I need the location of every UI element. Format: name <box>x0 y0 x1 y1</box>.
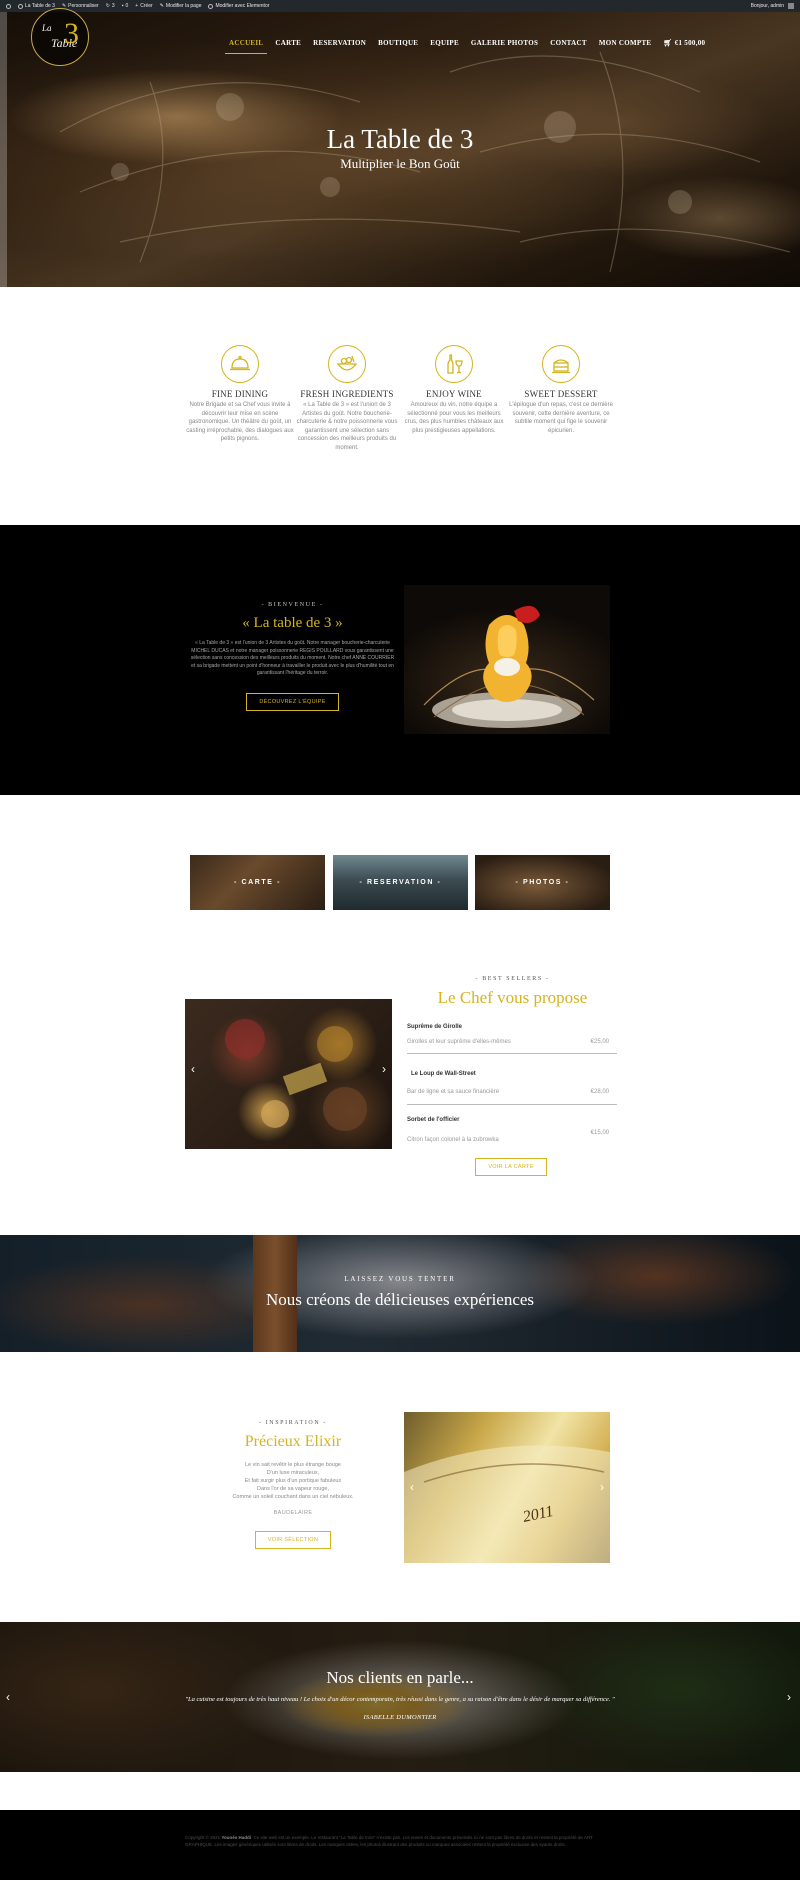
nav-carte[interactable]: CARTE <box>269 37 307 54</box>
welcome-kicker: - BIENVENUE - <box>261 602 324 608</box>
welcome-content: - BIENVENUE - « La table de 3 » « La Tab… <box>190 602 395 711</box>
dishes-photo-slider[interactable]: ‹ › <box>185 999 392 1149</box>
banner-title: Nous créons de délicieuses expériences <box>265 1290 535 1309</box>
feature-title: FINE DINING <box>211 389 269 399</box>
slider-next-arrow[interactable]: › <box>600 1480 604 1494</box>
nav-equipe[interactable]: EQUIPE <box>424 37 465 54</box>
feature-enjoy-wine: ENJOY WINE Amoureux du vin, notre équipe… <box>400 345 508 435</box>
wine-icon <box>435 345 473 383</box>
admin-new-link[interactable]: + Créer <box>135 3 152 9</box>
tile-photos[interactable]: - PHOTOS - <box>475 855 610 910</box>
testimonial-quote: "La cuisine est toujours de très haut ni… <box>185 1696 615 1703</box>
inspiration-author: BAUDELAIRE <box>273 1510 313 1516</box>
elementor-icon <box>208 3 214 9</box>
ingredients-icon <box>328 345 366 383</box>
admin-site-link[interactable]: La Table de 3 <box>18 3 55 9</box>
feature-sweet-dessert: SWEET DESSERT L'épilogue d'un repas, c'e… <box>507 345 615 435</box>
hero-subtitle: Multiplier le Bon Goût <box>340 156 460 171</box>
nav-accueil[interactable]: ACCUEIL <box>223 37 269 54</box>
cart-icon: 🛒︎ <box>663 39 673 47</box>
welcome-section <box>0 525 800 795</box>
footer-author-link[interactable]: Younès Haddi <box>221 1835 251 1840</box>
tile-carte[interactable]: - CARTE - <box>190 855 325 910</box>
nav-reservation[interactable]: RESERVATION <box>307 37 372 54</box>
feature-text: « La Table de 3 » est l'union de 3 Artis… <box>296 402 398 451</box>
pencil-icon: ✎ <box>159 3 164 9</box>
testimonial-prev-arrow[interactable]: ‹ <box>6 1690 10 1704</box>
main-navigation: ACCUEIL CARTE RESERVATION BOUTIQUE EQUIP… <box>223 37 711 54</box>
feature-text: Notre Brigade et sa Chef vous invite à d… <box>186 402 294 442</box>
nav-mon-compte[interactable]: MON COMPTE <box>593 37 658 54</box>
banner-kicker: LAISSEZ VOUS TENTER <box>344 1275 456 1283</box>
home-icon <box>18 3 23 9</box>
dessert-icon <box>542 345 580 383</box>
inspiration-content: - INSPIRATION - Précieux Elixir Le vin s… <box>198 1420 388 1549</box>
admin-account[interactable]: Bonjour, admin <box>751 3 794 9</box>
wordpress-icon <box>6 3 11 9</box>
feature-title: ENJOY WINE <box>426 389 482 399</box>
inspiration-kicker: - INSPIRATION - <box>259 1420 327 1426</box>
nav-boutique[interactable]: BOUTIQUE <box>372 37 424 54</box>
menu-item: Le Loup de Wall-Street Bar de ligne et s… <box>405 1071 617 1107</box>
view-selection-button[interactable]: VOIR SÉLECTION <box>254 1531 332 1549</box>
feature-fresh-ingredients: FRESH INGREDIENTS « La Table de 3 » est … <box>293 345 401 452</box>
admin-bar: La Table de 3 ✎ Personnaliser ↻ 3 ▪ 0 + Crée… <box>0 0 800 12</box>
cloche-icon <box>221 345 259 383</box>
dessert-photo <box>404 585 610 734</box>
admin-elementor-link[interactable]: Modifier avec Elementor <box>208 3 269 9</box>
testimonials-title: Nos clients en parle... <box>326 1668 474 1687</box>
footer-copyright: Copyright © 2021 Younès Haddi. Ce site w… <box>185 1835 593 1847</box>
testimonial-author: ISABELLE DUMONTIER <box>363 1714 437 1721</box>
menu-item: Sorbet de l'officier €15,00 Citron façon… <box>407 1117 609 1143</box>
feature-title: SWEET DESSERT <box>524 389 598 399</box>
feature-text: Amoureux du vin, notre équipe a sélectio… <box>404 402 504 434</box>
admin-comments-link[interactable]: ▪ 0 <box>122 3 129 9</box>
menu-button-wrap: VOIR LA CARTE <box>405 1155 617 1176</box>
best-sellers-kicker: - BEST SELLERS - <box>475 976 550 982</box>
feature-fine-dining: FINE DINING Notre Brigade et sa Chef vou… <box>186 345 294 444</box>
divider <box>407 1104 617 1105</box>
divider <box>407 1053 617 1054</box>
slider-next-arrow[interactable]: › <box>382 1062 386 1076</box>
comment-icon: ▪ <box>121 3 124 9</box>
admin-edit-page-link[interactable]: ✎ Modifier la page <box>160 3 202 9</box>
wordpress-logo-item[interactable] <box>6 3 11 9</box>
view-menu-button[interactable]: VOIR LA CARTE <box>475 1158 547 1176</box>
nav-galerie-photos[interactable]: GALERIE PHOTOS <box>465 37 544 54</box>
welcome-body: « La Table de 3 » est l'union de 3 Artis… <box>190 640 395 676</box>
inspiration-title: Précieux Elixir <box>244 1433 342 1450</box>
wine-bottle-photo-slider[interactable]: 2011 ‹ › <box>404 1412 610 1563</box>
feature-text: L'épilogue d'un repas, c'est ce dernière… <box>509 402 613 434</box>
menu-item: Suprême de Girolle Girolles et leur supr… <box>405 1024 617 1056</box>
testimonial-next-arrow[interactable]: › <box>787 1690 791 1704</box>
plus-icon: + <box>135 3 139 9</box>
inspiration-poem: Le vin sait revêtir le plus étrange boug… <box>232 1462 354 1500</box>
admin-updates-link[interactable]: ↻ 3 <box>106 3 115 9</box>
hero-title: La Table de 3 <box>326 124 474 154</box>
welcome-title: « La table de 3 » <box>242 615 343 631</box>
tile-reservation[interactable]: - RESERVATION - <box>333 855 468 910</box>
best-sellers-title: Le Chef vous propose <box>437 988 588 1007</box>
avatar <box>788 3 794 9</box>
slider-prev-arrow[interactable]: ‹ <box>410 1480 414 1494</box>
site-logo[interactable]: La Table 3 <box>31 8 89 66</box>
best-sellers-header: - BEST SELLERS - Le Chef vous propose <box>405 976 620 1008</box>
nav-contact[interactable]: CONTACT <box>544 37 593 54</box>
discover-team-button[interactable]: DÉCOUVREZ L'ÉQUIPE <box>246 692 339 711</box>
nav-cart[interactable]: 🛒︎ €1 500,00 <box>657 37 711 54</box>
feature-title: FRESH INGREDIENTS <box>300 389 394 399</box>
refresh-icon: ↻ <box>105 3 110 9</box>
slider-prev-arrow[interactable]: ‹ <box>191 1062 195 1076</box>
